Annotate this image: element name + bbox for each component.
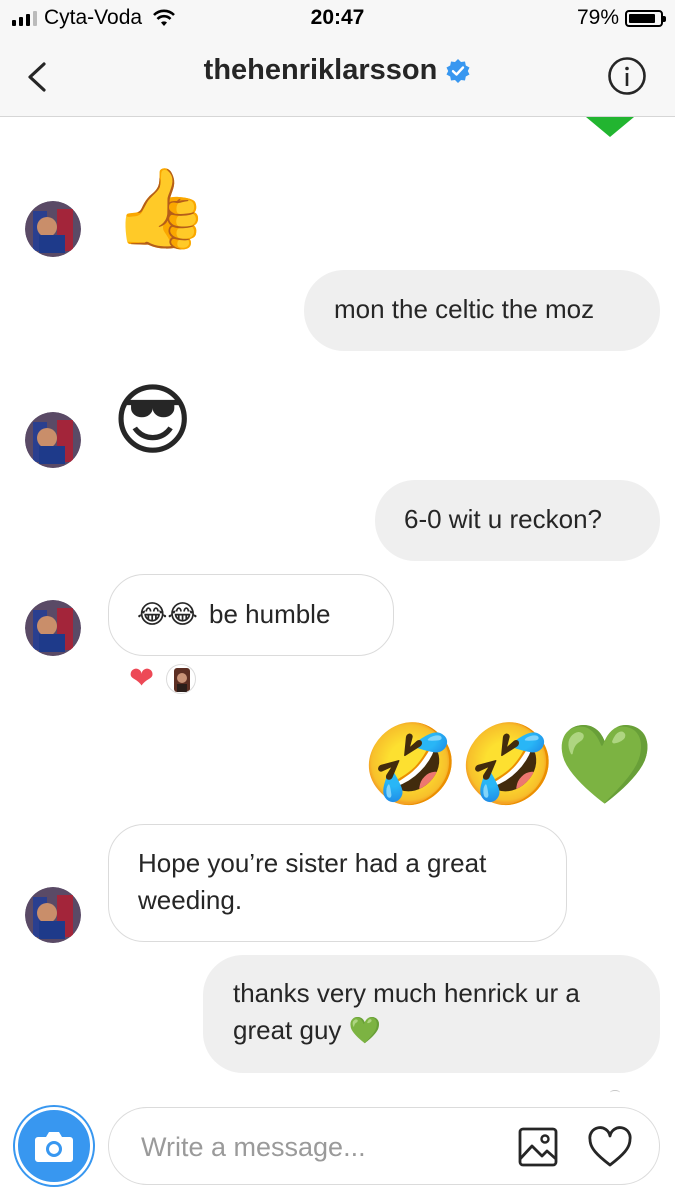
verified-badge-icon bbox=[446, 58, 470, 83]
laughing-emoji: 😂😂 bbox=[137, 599, 198, 629]
chat-header: thehenriklarsson bbox=[0, 38, 675, 117]
avatar[interactable] bbox=[25, 412, 81, 468]
sunglasses-emoji[interactable]: 😎 bbox=[112, 372, 193, 468]
seen-indicator bbox=[610, 1090, 620, 1095]
battery-icon bbox=[625, 9, 666, 27]
heart-outline-icon[interactable] bbox=[587, 1126, 633, 1168]
status-right: 79% bbox=[576, 6, 666, 30]
chat-title[interactable]: thehenriklarsson bbox=[0, 54, 675, 87]
message-bubble-sent[interactable]: 6-0 wit u reckon? bbox=[375, 480, 660, 561]
message-composer bbox=[108, 1107, 660, 1185]
status-bar: Cyta-Voda 20:47 79% bbox=[0, 0, 675, 38]
green-heart-partial bbox=[586, 117, 634, 137]
message-bubble-sent[interactable]: mon the celtic the moz bbox=[304, 270, 660, 351]
message-text-line: Hope you’re sister had a great bbox=[138, 848, 487, 878]
camera-icon bbox=[35, 1132, 73, 1162]
battery-percent: 79% bbox=[576, 6, 619, 29]
avatar[interactable] bbox=[25, 201, 81, 257]
message-text-line: thanks very much henrick ur a bbox=[233, 978, 580, 1008]
message-text: 6-0 wit u reckon? bbox=[404, 504, 602, 534]
message-text: be humble bbox=[209, 599, 331, 629]
message-input[interactable] bbox=[139, 1126, 483, 1168]
info-icon[interactable] bbox=[607, 56, 647, 96]
message-bubble-sent[interactable]: thanks very much henrick ur a great guy … bbox=[203, 955, 660, 1073]
message-text-line: great guy 💚 bbox=[233, 1015, 382, 1045]
camera-button[interactable] bbox=[15, 1107, 93, 1185]
message-bubble-received[interactable]: Hope you’re sister had a great weeding. bbox=[108, 824, 567, 942]
message-bubble-received[interactable]: 😂😂 be humble bbox=[108, 574, 394, 656]
reactor-avatar[interactable] bbox=[166, 664, 196, 694]
rofl-emoji-row[interactable]: 🤣🤣💚 bbox=[362, 716, 653, 812]
status-time: 20:47 bbox=[310, 6, 365, 29]
avatar[interactable] bbox=[25, 600, 81, 656]
gallery-icon[interactable] bbox=[517, 1126, 559, 1168]
avatar[interactable] bbox=[25, 887, 81, 943]
message-text: mon the celtic the moz bbox=[334, 294, 595, 324]
thumbs-up-emoji[interactable]: 👍 bbox=[112, 160, 209, 256]
reaction-heart-icon[interactable]: ❤ bbox=[129, 664, 154, 694]
username-label: thehenriklarsson bbox=[203, 54, 438, 86]
message-text-line: weeding. bbox=[138, 885, 243, 915]
